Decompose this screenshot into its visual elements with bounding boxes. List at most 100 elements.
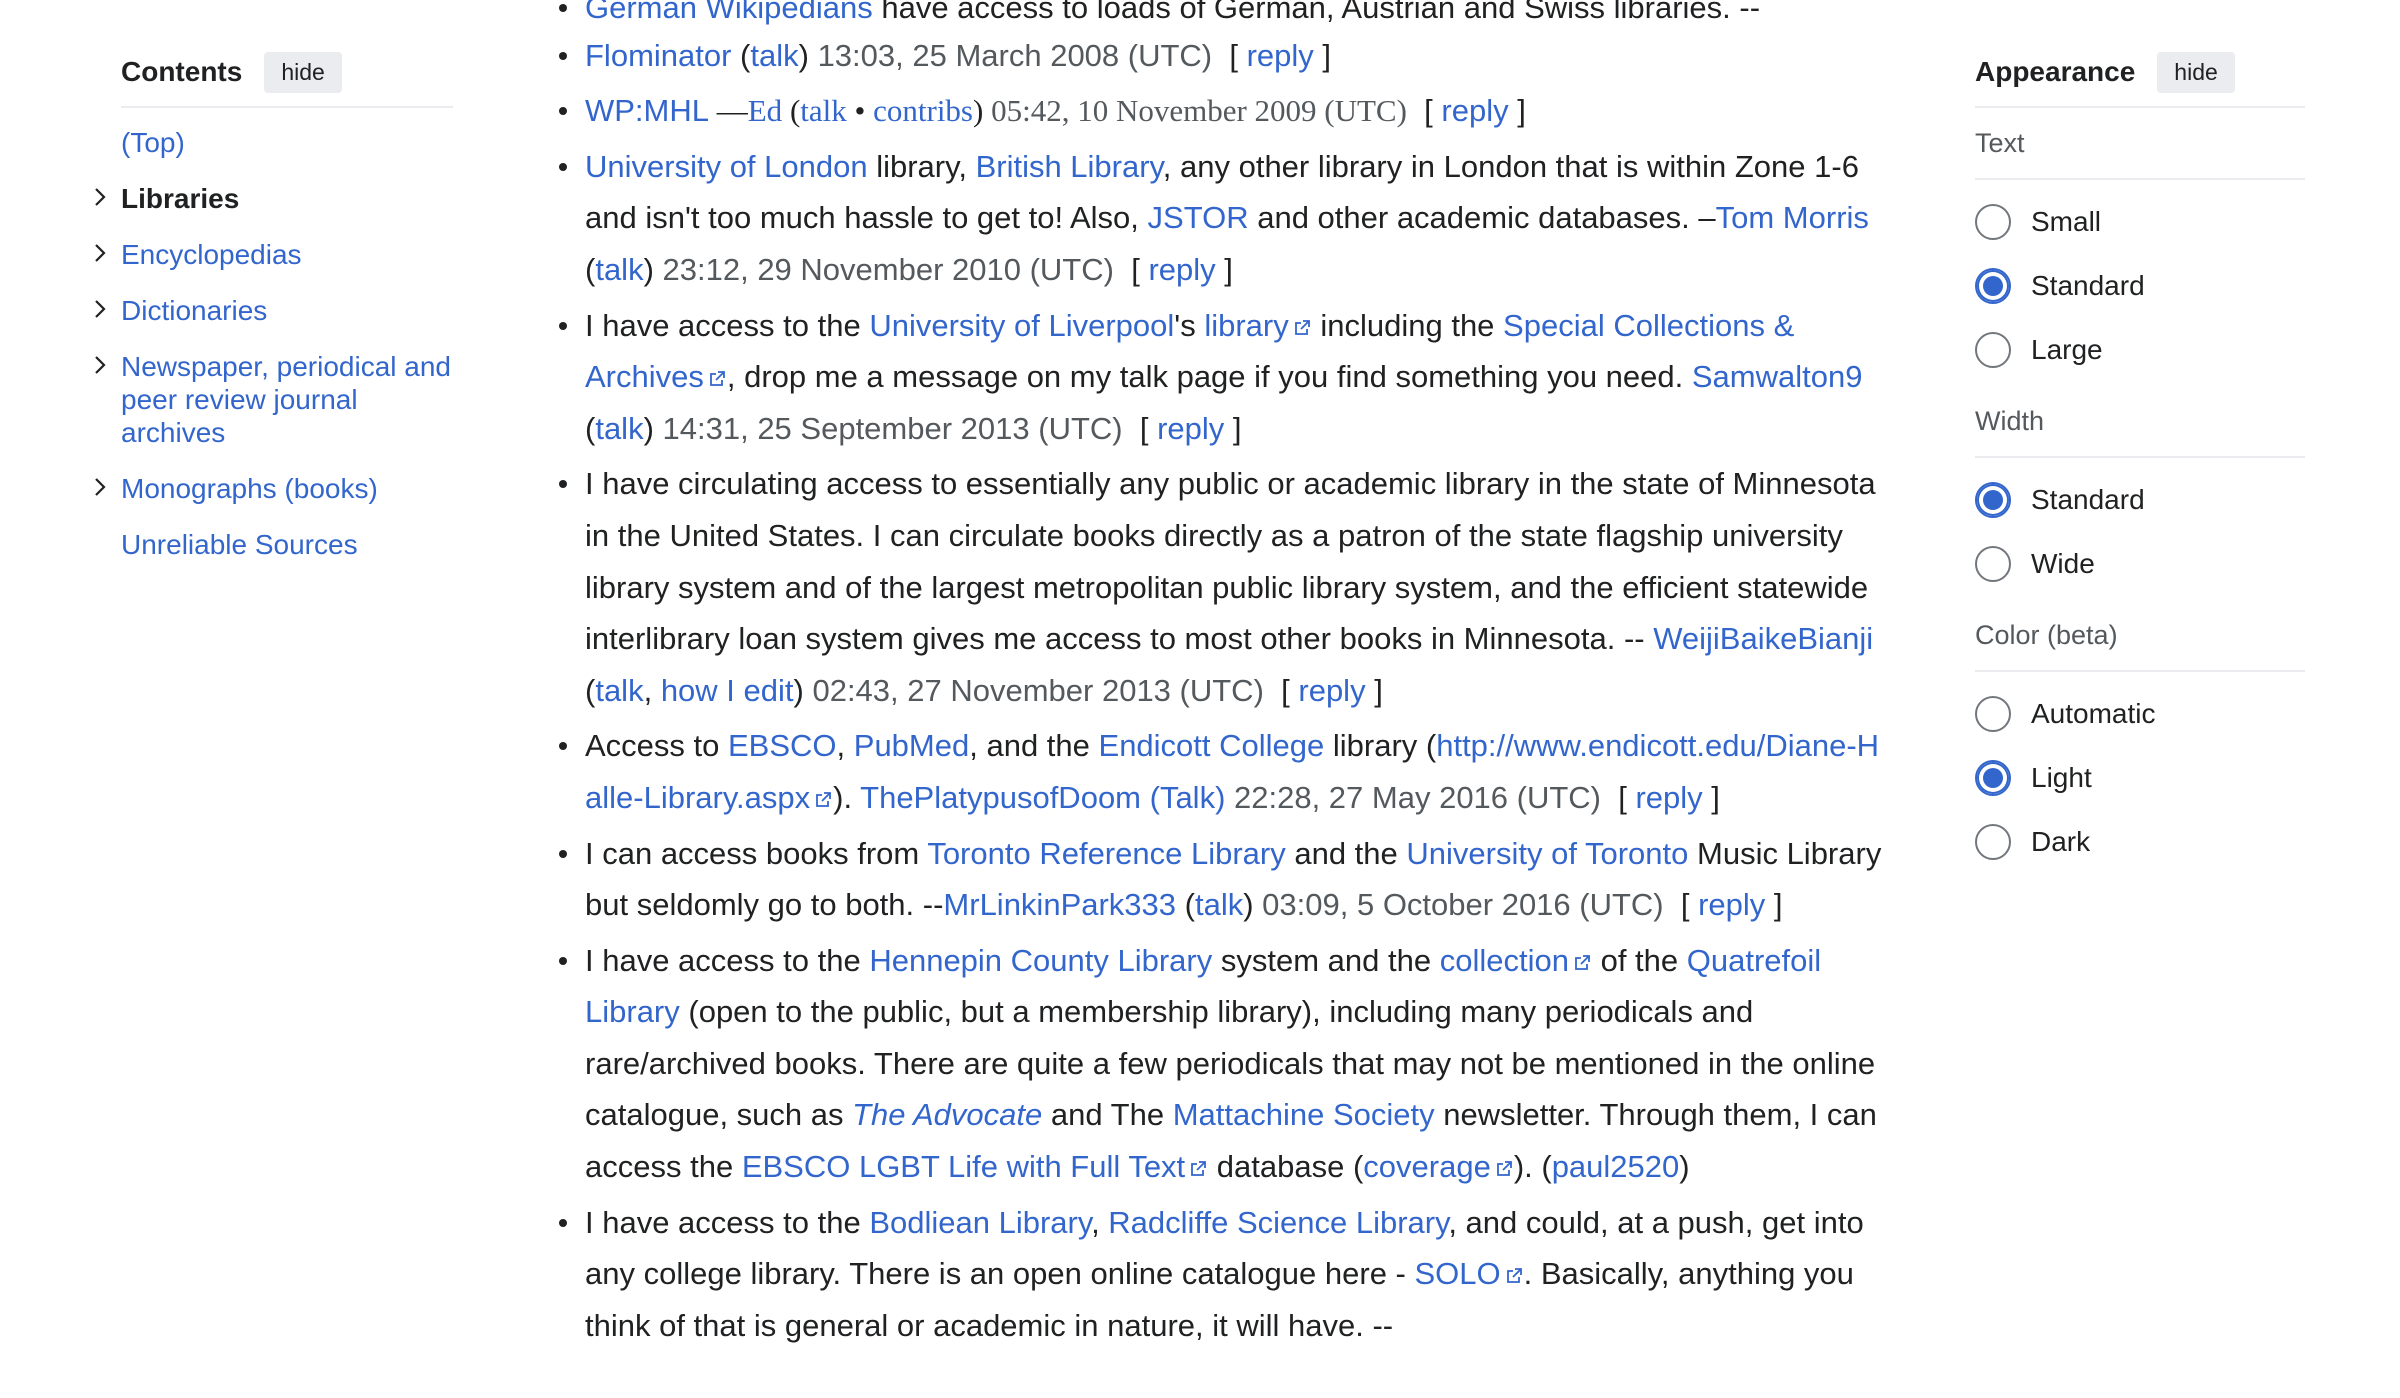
- user-link[interactable]: Tom Morris: [1716, 200, 1869, 235]
- radio-button-selected[interactable]: [1975, 482, 2011, 518]
- chevron-right-icon[interactable]: [89, 476, 111, 498]
- text-size-standard-option[interactable]: Standard: [1975, 254, 2305, 318]
- radio-button[interactable]: [1975, 546, 2011, 582]
- reply-link[interactable]: reply: [1298, 673, 1365, 708]
- toc-item-label[interactable]: Monographs (books): [121, 473, 378, 504]
- toc-item-label[interactable]: Newspaper, periodical and peer review jo…: [121, 351, 451, 448]
- option-label: Dark: [2031, 826, 2091, 857]
- external-link[interactable]: library: [1204, 308, 1311, 343]
- option-label: Standard: [2031, 484, 2145, 515]
- toc-item-unreliable-sources[interactable]: Unreliable Sources: [121, 528, 453, 561]
- option-label: Small: [2031, 206, 2102, 237]
- comment-text: ). (: [1513, 1149, 1552, 1185]
- radio-button-selected[interactable]: [1975, 760, 2011, 796]
- toc-item-label[interactable]: Libraries: [121, 183, 239, 214]
- user-link[interactable]: paul2520: [1552, 1149, 1680, 1184]
- toc-hide-button[interactable]: hide: [264, 51, 342, 93]
- reply-link[interactable]: reply: [1247, 38, 1314, 73]
- toc-item-top[interactable]: (Top): [121, 126, 453, 159]
- article-link[interactable]: Radcliffe Science Library: [1108, 1205, 1448, 1240]
- reply-link[interactable]: reply: [1698, 887, 1765, 922]
- comment-text: and other academic databases. –: [1248, 200, 1716, 236]
- toc-item-label[interactable]: Dictionaries: [121, 295, 267, 326]
- option-label: Large: [2031, 334, 2103, 365]
- article-link[interactable]: Bodliean Library: [869, 1205, 1091, 1240]
- text-size-small-option[interactable]: Small: [1975, 190, 2305, 254]
- width-options: Standard Wide: [1975, 468, 2305, 596]
- article-link[interactable]: Mattachine Society: [1173, 1097, 1435, 1132]
- how-i-edit-link[interactable]: how I edit: [661, 673, 794, 708]
- user-link[interactable]: WeijiBaikeBianji: [1653, 621, 1873, 656]
- color-automatic-option[interactable]: Automatic: [1975, 682, 2305, 746]
- toc-item-monographs[interactable]: Monographs (books): [95, 472, 453, 505]
- wikiproject-link[interactable]: WP:MHL: [585, 93, 709, 128]
- toc-item-encyclopedias[interactable]: Encyclopedias: [95, 238, 453, 271]
- width-wide-option[interactable]: Wide: [1975, 532, 2305, 596]
- reply-link[interactable]: reply: [1441, 93, 1508, 128]
- text-size-large-option[interactable]: Large: [1975, 318, 2305, 382]
- article-link[interactable]: Toronto Reference Library: [927, 836, 1285, 871]
- list-item: I have access to the Hennepin County Lib…: [559, 935, 1885, 1193]
- article-link[interactable]: EBSCO: [728, 728, 837, 763]
- talk-link[interactable]: talk: [750, 38, 798, 73]
- comment-text: database (: [1208, 1149, 1364, 1185]
- article-link[interactable]: British Library: [976, 149, 1163, 184]
- toc-item-label[interactable]: (Top): [121, 127, 185, 158]
- dash: —: [709, 93, 748, 129]
- article-link[interactable]: Hennepin County Library: [869, 943, 1212, 978]
- user-link[interactable]: Ed: [748, 93, 782, 128]
- comment-text: library,: [867, 148, 976, 184]
- table-of-contents: Contents hide (Top) Libraries Encycloped…: [95, 48, 453, 584]
- reply-link[interactable]: reply: [1148, 252, 1215, 287]
- article-link[interactable]: The Advocate: [852, 1097, 1042, 1132]
- toc-item-dictionaries[interactable]: Dictionaries: [95, 294, 453, 327]
- talk-link[interactable]: talk: [595, 252, 643, 287]
- timestamp: 02:43, 27 November 2013 (UTC): [803, 672, 1264, 708]
- article-link[interactable]: University of Toronto: [1406, 836, 1688, 871]
- chevron-right-icon[interactable]: [89, 186, 111, 208]
- toc-item-label[interactable]: Unreliable Sources: [121, 529, 358, 560]
- article-link[interactable]: University of London: [585, 149, 868, 184]
- toc-item-newspaper-archives[interactable]: Newspaper, periodical and peer review jo…: [95, 350, 453, 449]
- user-link[interactable]: Samwalton9: [1692, 359, 1863, 394]
- option-label: Light: [2031, 762, 2092, 793]
- user-link[interactable]: German Wikipedians: [585, 0, 873, 25]
- talk-link[interactable]: talk: [1195, 887, 1243, 922]
- radio-button[interactable]: [1975, 332, 2011, 368]
- width-standard-option[interactable]: Standard: [1975, 468, 2305, 532]
- appearance-title: Appearance: [1975, 56, 2136, 87]
- appearance-hide-button[interactable]: hide: [2157, 51, 2235, 93]
- article-link[interactable]: Endicott College: [1099, 728, 1325, 763]
- chevron-right-icon[interactable]: [89, 354, 111, 376]
- external-link[interactable]: SOLO: [1414, 1256, 1523, 1291]
- user-link[interactable]: Flominator: [585, 38, 731, 73]
- reply-link[interactable]: reply: [1157, 411, 1224, 446]
- toc-item-libraries[interactable]: Libraries: [95, 182, 453, 215]
- talk-link[interactable]: talk: [595, 411, 643, 446]
- user-link[interactable]: MrLinkinPark333: [943, 887, 1176, 922]
- article-link[interactable]: University of Liverpool: [869, 308, 1174, 343]
- radio-button-selected[interactable]: [1975, 268, 2011, 304]
- user-link[interactable]: ThePlatypusofDoom (Talk): [860, 780, 1225, 815]
- article-link[interactable]: JSTOR: [1148, 200, 1249, 235]
- color-dark-option[interactable]: Dark: [1975, 810, 2305, 874]
- timestamp: 14:31, 25 September 2013 (UTC): [653, 410, 1123, 446]
- contribs-link[interactable]: contribs: [873, 93, 973, 128]
- radio-button[interactable]: [1975, 204, 2011, 240]
- external-link[interactable]: EBSCO LGBT Life with Full Text: [742, 1149, 1208, 1184]
- chevron-right-icon[interactable]: [89, 298, 111, 320]
- reply-link[interactable]: reply: [1635, 780, 1702, 815]
- talk-link[interactable]: talk: [595, 673, 643, 708]
- article-link[interactable]: PubMed: [854, 728, 969, 763]
- comment-text: and the: [1285, 835, 1407, 871]
- radio-button[interactable]: [1975, 824, 2011, 860]
- radio-button[interactable]: [1975, 696, 2011, 732]
- external-link[interactable]: coverage: [1363, 1149, 1514, 1184]
- toc-item-label[interactable]: Encyclopedias: [121, 239, 302, 270]
- chevron-right-icon[interactable]: [89, 242, 111, 264]
- color-light-option[interactable]: Light: [1975, 746, 2305, 810]
- list-item: University of London library, British Li…: [559, 141, 1885, 296]
- timestamp: 22:28, 27 May 2016 (UTC): [1225, 779, 1602, 815]
- external-link[interactable]: collection: [1440, 943, 1592, 978]
- talk-link[interactable]: talk: [800, 93, 847, 128]
